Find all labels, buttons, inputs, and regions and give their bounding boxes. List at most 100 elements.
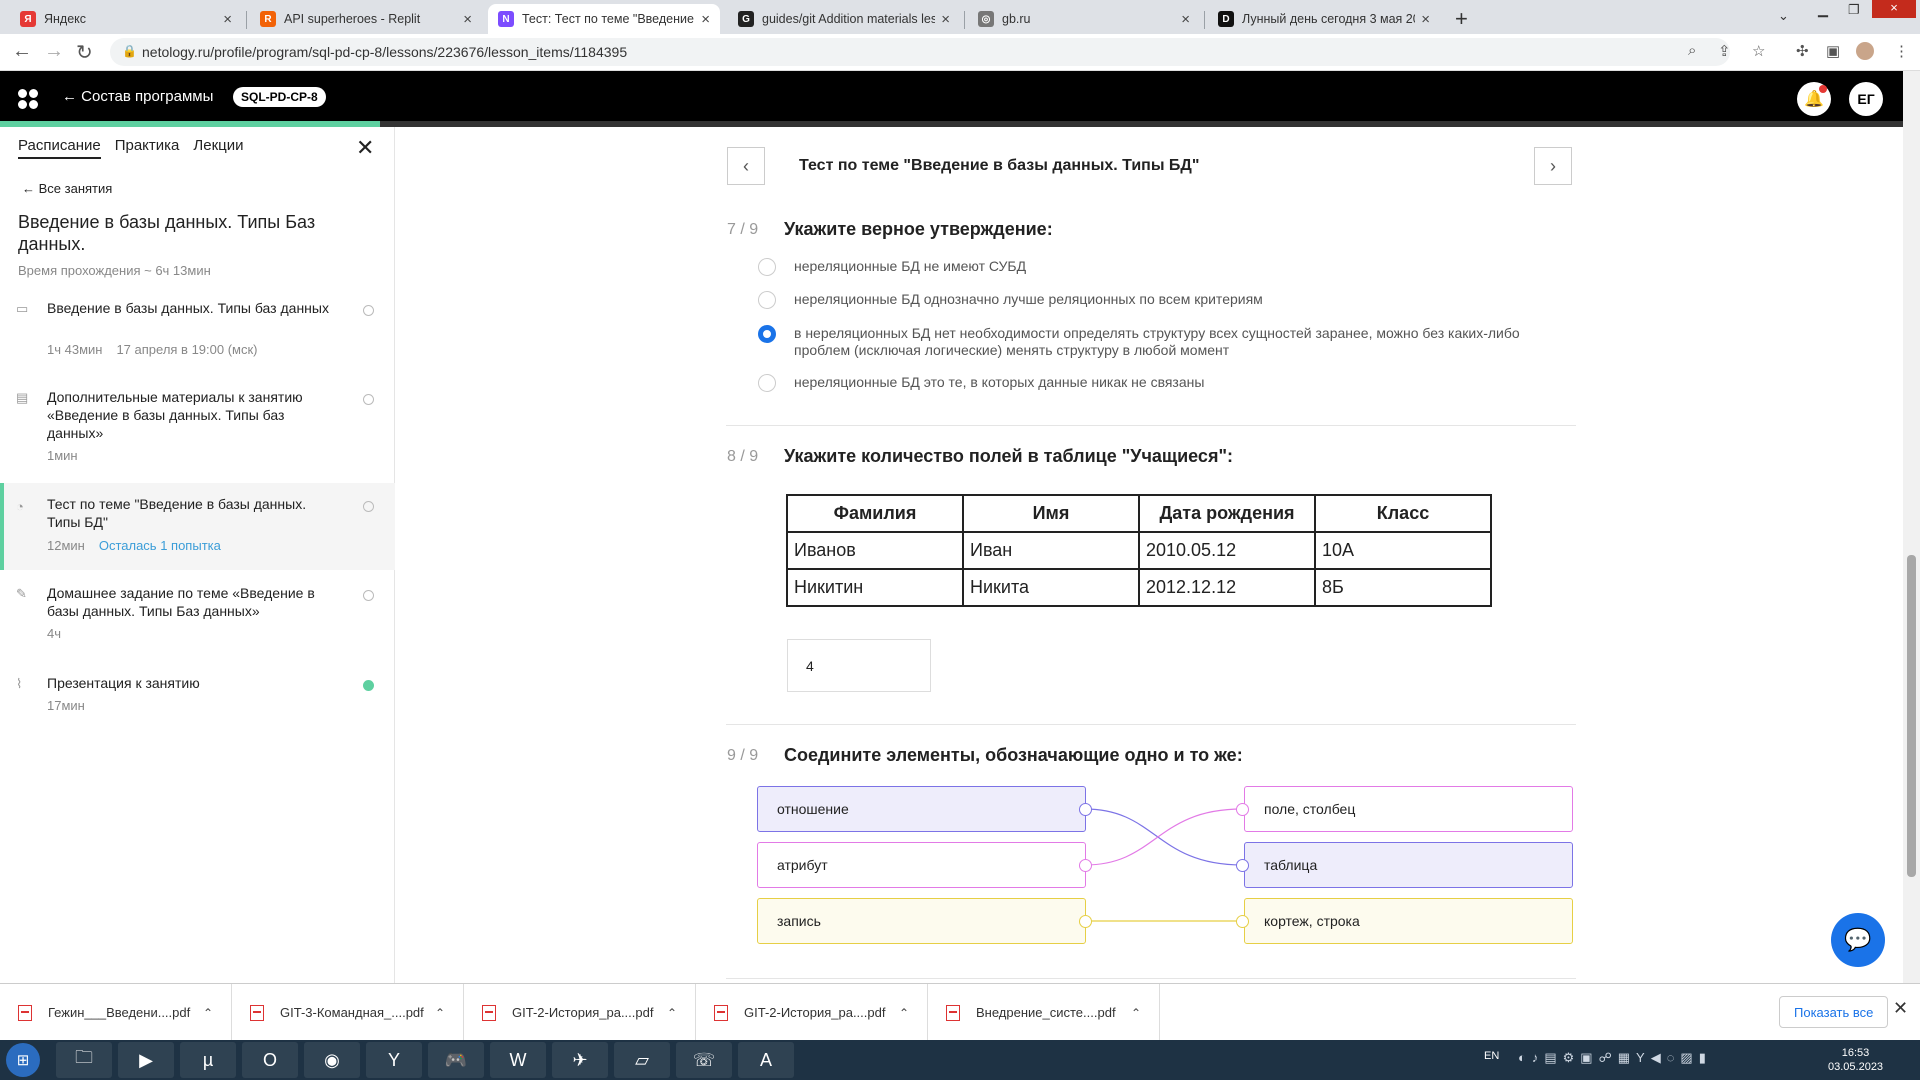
download-item[interactable]: Гежин___Введени....pdf ⌃ — [0, 984, 232, 1041]
sidebar-item-homework[interactable]: ✎ Домашнее задание по теме «Введение в б… — [0, 584, 395, 672]
chevron-up-icon[interactable]: ⌃ — [435, 1006, 445, 1020]
all-lessons-link[interactable]: ← Все занятия — [22, 181, 112, 196]
connector-handle[interactable] — [1236, 803, 1249, 816]
system-tray-icons[interactable]: ◐♪▤⚙▣☍▦Y◀◌▨▮ — [1518, 1050, 1712, 1066]
browser-tab-active[interactable]: N Тест: Тест по теме "Введение в б × — [488, 4, 720, 34]
answer-option[interactable]: нереляционные БД не имеют СУБД — [758, 258, 1578, 276]
close-downloads-icon[interactable]: ✕ — [1893, 998, 1908, 1019]
profile-avatar-icon[interactable] — [1856, 42, 1874, 60]
close-icon[interactable]: × — [701, 11, 710, 28]
close-icon[interactable]: × — [1421, 11, 1430, 28]
sidebar-close-icon[interactable]: ✕ — [356, 135, 374, 161]
chevron-up-icon[interactable]: ⌃ — [899, 1006, 909, 1020]
download-item[interactable]: Внедрение_систе....pdf ⌃ — [928, 984, 1160, 1041]
scrollbar-thumb[interactable] — [1907, 555, 1916, 877]
tab-schedule[interactable]: Расписание — [18, 137, 101, 159]
media-player-icon[interactable]: ▶ — [118, 1042, 174, 1078]
forward-arrow-icon[interactable]: → — [44, 40, 64, 63]
notifications-bell-icon[interactable]: 🔔 — [1797, 82, 1831, 116]
download-item[interactable]: GIT-2-История_ра....pdf ⌃ — [464, 984, 696, 1041]
download-item[interactable]: GIT-3-Командная_....pdf ⌃ — [232, 984, 464, 1041]
tab-practice[interactable]: Практика — [115, 137, 180, 159]
sidepanel-icon[interactable]: ▣ — [1826, 42, 1840, 60]
radio-button[interactable] — [758, 291, 776, 309]
browser-tab[interactable]: Я Яндекс × — [10, 4, 242, 34]
connector-handle[interactable] — [1079, 915, 1092, 928]
browser-tab[interactable]: ◎ gb.ru × — [968, 4, 1200, 34]
keyboard-language[interactable]: EN — [1484, 1050, 1499, 1062]
chevron-up-icon[interactable]: ⌃ — [667, 1006, 677, 1020]
start-button[interactable]: ⊞ — [6, 1043, 40, 1077]
chevron-up-icon[interactable]: ⌃ — [203, 1006, 213, 1020]
opera-icon[interactable]: O — [242, 1042, 298, 1078]
window-close-button[interactable]: × — [1872, 0, 1916, 18]
user-avatar[interactable]: ЕГ — [1849, 82, 1883, 116]
share-icon[interactable]: ⇪ — [1718, 42, 1731, 60]
url-text: netology.ru/profile/program/sql-pd-cp-8/… — [142, 44, 628, 60]
connector-handle[interactable] — [1079, 859, 1092, 872]
taskbar-clock[interactable]: 16:53 03.05.2023 — [1828, 1046, 1883, 1074]
radio-button-selected[interactable] — [758, 325, 776, 343]
connector-handle[interactable] — [1079, 803, 1092, 816]
bookmark-star-icon[interactable]: ☆ — [1752, 42, 1765, 60]
question-number: 8 / 9 — [727, 448, 759, 465]
connector-handle[interactable] — [1236, 859, 1249, 872]
match-right-item[interactable]: поле, столбец — [1244, 786, 1573, 832]
browser-tab[interactable]: D Лунный день сегодня 3 мая 202 × — [1208, 4, 1440, 34]
chevron-up-icon[interactable]: ⌃ — [1131, 1006, 1141, 1020]
pdf-icon — [946, 1004, 960, 1021]
answer-input[interactable]: 4 — [787, 639, 931, 692]
match-left-item[interactable]: отношение — [757, 786, 1086, 832]
answer-option[interactable]: нереляционные БД однозначно лучше реляци… — [758, 291, 1578, 309]
sidebar-item-title: Введение в базы данных. Типы баз данных — [47, 300, 329, 316]
tab-lectures[interactable]: Лекции — [193, 137, 243, 159]
close-icon[interactable]: × — [463, 11, 472, 28]
answer-option-selected[interactable]: в нереляционных БД нет необходимости опр… — [758, 325, 1578, 359]
browser-tab[interactable]: R API superheroes - Replit × — [250, 4, 482, 34]
restore-button[interactable]: ❐ — [1848, 2, 1860, 18]
radio-button[interactable] — [758, 374, 776, 392]
radio-button[interactable] — [758, 258, 776, 276]
page-scrollbar[interactable] — [1903, 71, 1920, 983]
minimize-button[interactable]: ▁ — [1818, 2, 1828, 18]
chrome-icon[interactable]: ◉ — [304, 1042, 360, 1078]
match-right-item[interactable]: кортеж, строка — [1244, 898, 1573, 944]
tab-search-icon[interactable]: ⌄ — [1778, 8, 1789, 24]
menu-dots-icon[interactable]: ⋮ — [1894, 42, 1909, 60]
match-left-item[interactable]: запись — [757, 898, 1086, 944]
yandex-browser-icon[interactable]: Y — [366, 1042, 422, 1078]
viber-icon[interactable]: ☏ — [676, 1042, 732, 1078]
sidebar-item-presentation[interactable]: ⌇ Презентация к занятию 17мин — [0, 674, 395, 724]
extensions-icon[interactable]: ✣ — [1796, 42, 1809, 60]
word-icon[interactable]: W — [490, 1042, 546, 1078]
netology-logo-icon[interactable] — [18, 89, 38, 109]
next-item-button[interactable]: › — [1534, 147, 1572, 185]
close-icon[interactable]: × — [1181, 11, 1190, 28]
match-right-item[interactable]: таблица — [1244, 842, 1573, 888]
new-tab-button[interactable]: + — [1455, 6, 1468, 32]
match-left-item[interactable]: атрибут — [757, 842, 1086, 888]
utorrent-icon[interactable]: µ — [180, 1042, 236, 1078]
game-icon[interactable]: 🎮 — [428, 1042, 484, 1078]
close-icon[interactable]: × — [941, 11, 950, 28]
notes-icon[interactable]: ▱ — [614, 1042, 670, 1078]
browser-tab[interactable]: G guides/git Addition materials les × — [728, 4, 960, 34]
telegram-icon[interactable]: ✈ — [552, 1042, 608, 1078]
show-all-downloads-button[interactable]: Показать все — [1779, 996, 1889, 1028]
program-back-link[interactable]: ← Состав программы — [62, 88, 213, 105]
download-item[interactable]: GIT-2-История_ра....pdf ⌃ — [696, 984, 928, 1041]
answer-option[interactable]: нереляционные БД это те, в которых данны… — [758, 374, 1578, 392]
sidebar-item-test[interactable]: ◔ Тест по теме "Введение в базы данных. … — [0, 483, 395, 570]
reload-icon[interactable]: ↻ — [76, 40, 93, 65]
explorer-icon[interactable]: 🗀 — [56, 1042, 112, 1078]
pdf-reader-icon[interactable]: A — [738, 1042, 794, 1078]
close-icon[interactable]: × — [223, 11, 232, 28]
zoom-icon[interactable]: ⌕ — [1688, 42, 1696, 59]
connector-handle[interactable] — [1236, 915, 1249, 928]
back-arrow-icon[interactable]: ← — [12, 40, 32, 63]
url-field[interactable]: 🔒 netology.ru/profile/program/sql-pd-cp-… — [110, 38, 1730, 66]
chat-support-button[interactable]: 💬 — [1831, 913, 1885, 967]
sidebar-item-lecture[interactable]: ▭ Введение в базы данных. Типы баз данны… — [0, 299, 395, 387]
prev-item-button[interactable]: ‹ — [727, 147, 765, 185]
sidebar-item-materials[interactable]: ▤ Дополнительные материалы к занятию «Вв… — [0, 388, 395, 476]
